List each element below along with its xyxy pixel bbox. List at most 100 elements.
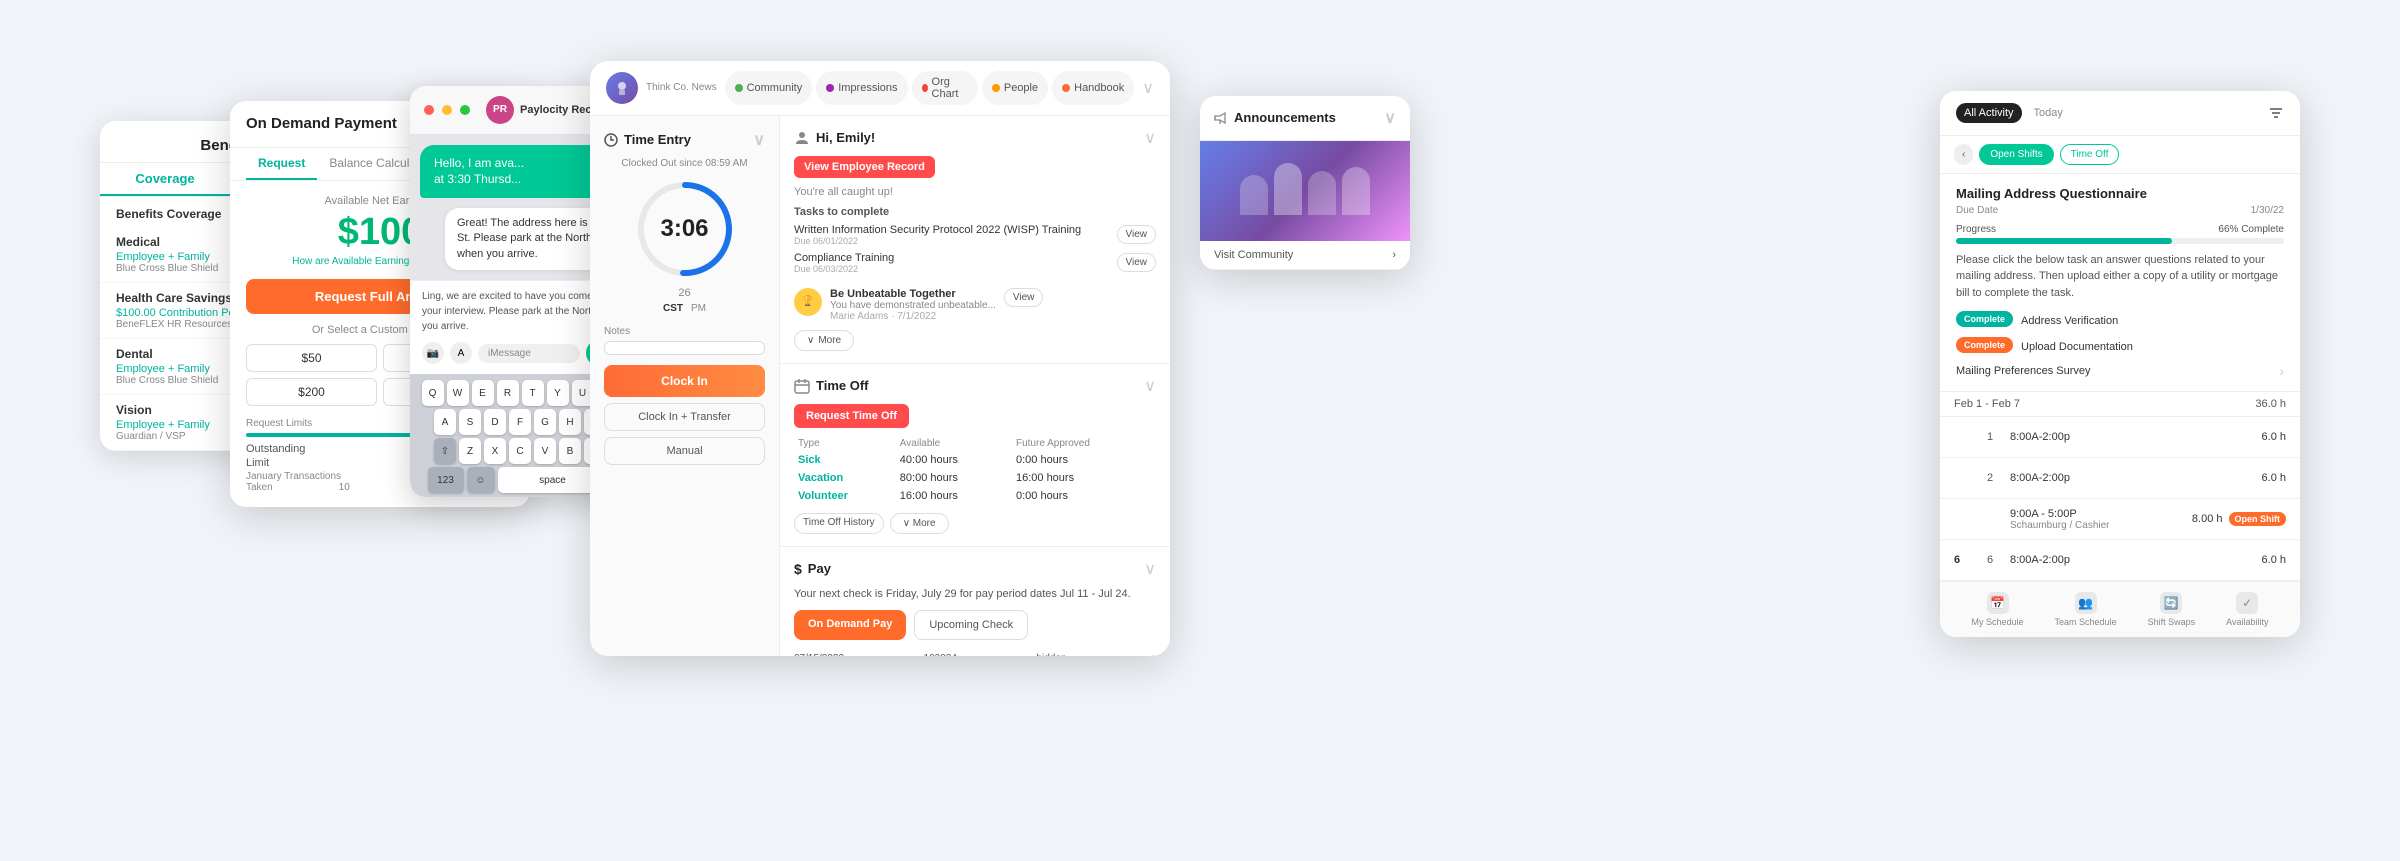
main-nav: Think Co. News Community Impressions Org… xyxy=(590,61,1170,116)
ann-expand-icon[interactable]: ∨ xyxy=(1384,108,1396,128)
amount-50[interactable]: $50 xyxy=(246,344,377,372)
imessage-label[interactable]: iMessage xyxy=(478,344,580,363)
key-q[interactable]: Q xyxy=(422,380,444,406)
key-y[interactable]: Y xyxy=(547,380,569,406)
task-1: Written Information Security Protocol 20… xyxy=(794,224,1156,246)
key-d[interactable]: D xyxy=(484,409,506,435)
shift-swaps-nav[interactable]: 🔄 Shift Swaps xyxy=(2148,592,2196,627)
availability-icon: ✓ xyxy=(2236,592,2258,614)
upcoming-check-btn[interactable]: Upcoming Check xyxy=(914,610,1028,640)
camera-icon[interactable]: 📷 xyxy=(422,342,444,364)
my-schedule-nav[interactable]: 📅 My Schedule xyxy=(1972,592,2024,627)
request-tab[interactable]: Request xyxy=(246,148,317,180)
availability-nav[interactable]: ✓ Availability xyxy=(2226,592,2268,627)
notes-input[interactable] xyxy=(604,341,765,355)
hour-number: 26 xyxy=(604,287,765,299)
time-expand-icon[interactable]: ∨ xyxy=(753,130,765,150)
key-shift[interactable]: ⇧ xyxy=(434,438,456,464)
time-entry-title: Time Entry xyxy=(624,132,691,147)
manual-btn[interactable]: Manual xyxy=(604,437,765,465)
coverage-tab[interactable]: Coverage xyxy=(100,163,230,196)
amount-200[interactable]: $200 xyxy=(246,378,377,406)
ann-title-label: Announcements xyxy=(1234,110,1336,125)
back-btn[interactable]: ‹ xyxy=(1954,144,1973,165)
ann-header: Announcements ∨ xyxy=(1200,96,1410,141)
all-activity-tab[interactable]: All Activity xyxy=(1956,103,2022,123)
task-1-view-btn[interactable]: View xyxy=(1117,225,1157,244)
people-silhouettes xyxy=(1240,163,1370,219)
more-btn[interactable]: ∨ More xyxy=(794,330,854,351)
visit-community-btn[interactable]: Visit Community › xyxy=(1200,241,1410,270)
open-shift-badge: Open Shift xyxy=(2229,512,2287,526)
timeoff-sick-row: Sick 40:00 hours 0:00 hours xyxy=(794,451,1156,469)
limits-progress-fill xyxy=(246,433,420,437)
org-chart-tab[interactable]: Org Chart xyxy=(912,71,978,105)
handbook-tab[interactable]: Handbook xyxy=(1052,71,1134,105)
app-subtitle: Think Co. News xyxy=(646,82,717,93)
key-a[interactable]: A xyxy=(434,409,456,435)
team-schedule-nav[interactable]: 👥 Team Schedule xyxy=(2055,592,2117,627)
clock-in-btn[interactable]: Clock In xyxy=(604,365,765,397)
key-w[interactable]: W xyxy=(447,380,469,406)
hi-expand-icon[interactable]: ∨ xyxy=(1144,128,1156,148)
my-schedule-icon: 📅 xyxy=(1987,592,2009,614)
key-c[interactable]: C xyxy=(509,438,531,464)
key-x[interactable]: X xyxy=(484,438,506,464)
limits-label: Request Limits xyxy=(246,418,312,429)
clock-in-transfer-btn[interactable]: Clock In + Transfer xyxy=(604,403,765,431)
mailing-pref-row: Mailing Preferences Survey › xyxy=(1956,363,2284,379)
hi-widget-title: Hi, Emily! xyxy=(794,130,875,146)
pay-expand-icon[interactable]: ∨ xyxy=(1144,559,1156,579)
sched-row-1: 1 8:00A-2:00p 6.0 h xyxy=(1940,417,2300,458)
timeoff-expand-icon[interactable]: ∨ xyxy=(1144,376,1156,396)
community-tab[interactable]: Community xyxy=(725,71,813,105)
window-maximize-dot[interactable] xyxy=(460,105,470,115)
caught-up-text: You're all caught up! xyxy=(794,186,1156,198)
key-h[interactable]: H xyxy=(559,409,581,435)
sched-location-3: Schaumburg / Cashier xyxy=(2010,520,2175,531)
key-r[interactable]: R xyxy=(497,380,519,406)
people-tab[interactable]: People xyxy=(982,71,1048,105)
impressions-tab[interactable]: Impressions xyxy=(816,71,907,105)
org-chart-tab-label: Org Chart xyxy=(932,76,968,100)
key-z[interactable]: Z xyxy=(459,438,481,464)
cst-label: CST xyxy=(663,303,683,314)
ondemand-title: On Demand Payment xyxy=(246,115,397,132)
on-demand-pay-btn[interactable]: On Demand Pay xyxy=(794,610,906,640)
vacation-type: Vacation xyxy=(794,469,896,487)
window-close-dot[interactable] xyxy=(424,105,434,115)
app-logo xyxy=(606,72,638,104)
progress-pct: 66% Complete xyxy=(2218,224,2284,235)
key-g[interactable]: G xyxy=(534,409,556,435)
sched-row-3: 9:00A - 5:00P Schaumburg / Cashier 8.00 … xyxy=(1940,499,2300,540)
key-e[interactable]: E xyxy=(472,380,494,406)
key-f[interactable]: F xyxy=(509,409,531,435)
back-icon: ‹ xyxy=(1962,149,1965,160)
key-v[interactable]: V xyxy=(534,438,556,464)
pay-buttons: On Demand Pay Upcoming Check xyxy=(794,610,1156,640)
vacation-available: 80:00 hours xyxy=(896,469,1012,487)
open-shifts-btn[interactable]: Open Shifts xyxy=(1979,144,2053,165)
time-off-filter-btn[interactable]: Time Off xyxy=(2060,144,2120,165)
window-minimize-dot[interactable] xyxy=(442,105,452,115)
key-t[interactable]: T xyxy=(522,380,544,406)
view-employee-record-btn[interactable]: View Employee Record xyxy=(794,156,935,178)
congrats-view-btn[interactable]: View xyxy=(1004,288,1044,307)
key-emoji[interactable]: ☺ xyxy=(467,467,495,493)
pay-check-1: ✓ xyxy=(1146,652,1156,656)
task-2-view-btn[interactable]: View xyxy=(1117,253,1157,272)
request-timeoff-btn[interactable]: Request Time Off xyxy=(794,404,909,428)
app-icon[interactable]: A xyxy=(450,342,472,364)
key-b[interactable]: B xyxy=(559,438,581,464)
filter-icon[interactable] xyxy=(2268,105,2284,121)
mailing-panel: Mailing Address Questionnaire Due Date 1… xyxy=(1940,174,2300,393)
task-1-name: Written Information Security Protocol 20… xyxy=(794,224,1081,236)
main-expand-icon[interactable]: ∨ xyxy=(1142,78,1154,98)
sched-row-2: 2 8:00A-2:00p 6.0 h xyxy=(1940,458,2300,499)
key-123[interactable]: 123 xyxy=(428,467,464,493)
key-s[interactable]: S xyxy=(459,409,481,435)
sched-time-2: 8:00A-2:00p xyxy=(2010,472,2238,484)
today-tab[interactable]: Today xyxy=(2026,103,2071,123)
timeoff-history-btn[interactable]: Time Off History xyxy=(794,513,884,534)
timeoff-more-btn[interactable]: ∨ More xyxy=(890,513,949,534)
